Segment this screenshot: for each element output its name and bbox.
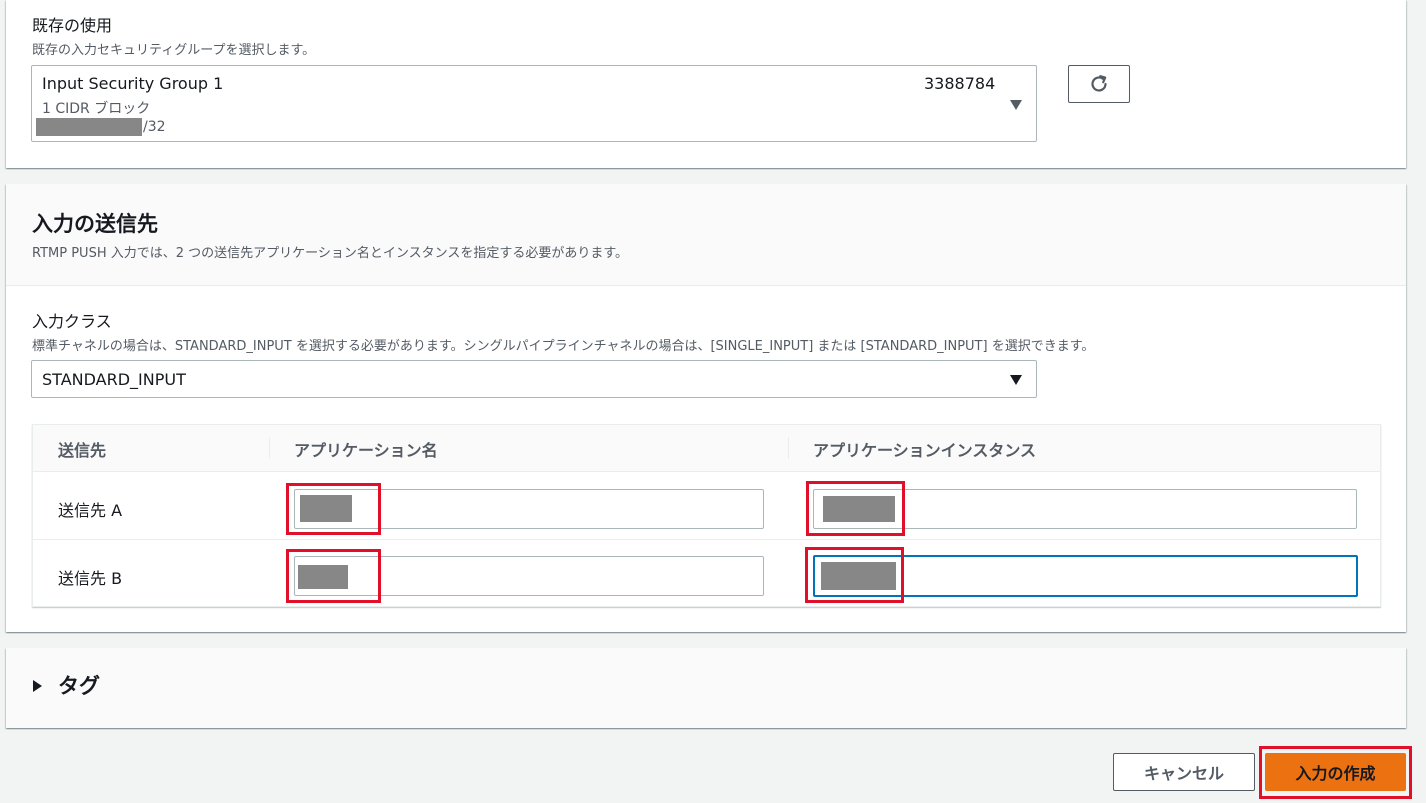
input-class-value: STANDARD_INPUT (42, 370, 186, 389)
destinations-title: 入力の送信先 (32, 212, 158, 236)
input-class-label: 入力クラス (32, 312, 112, 331)
security-group-id: 3388784 (924, 74, 996, 93)
row-label-destination-b: 送信先 B (58, 569, 123, 588)
existing-label: 既存の使用 (32, 16, 113, 35)
row-divider (33, 539, 1380, 540)
app-name-input-a[interactable] (294, 489, 764, 529)
column-header-destination: 送信先 (58, 441, 107, 460)
row-label-destination-a: 送信先 A (58, 501, 123, 520)
column-header-app-instance: アプリケーションインスタンス (813, 441, 1037, 460)
expand-caret-icon[interactable] (33, 680, 42, 692)
chevron-down-icon (1010, 375, 1022, 385)
security-group-select[interactable]: Input Security Group 1 3388784 1 CIDR ブロ… (31, 65, 1037, 142)
existing-security-group-panel: 既存の使用 既存の入力セキュリティグループを選択します。 Input Secur… (6, 0, 1406, 168)
destinations-description: RTMP PUSH 入力では、2 つの送信先アプリケーション名とインスタンスを指… (32, 246, 629, 261)
redacted-ip (36, 118, 142, 136)
existing-description: 既存の入力セキュリティグループを選択します。 (32, 43, 316, 58)
column-divider (788, 437, 789, 459)
redacted-value (821, 562, 896, 590)
destinations-header: 入力の送信先 RTMP PUSH 入力では、2 つの送信先アプリケーション名とイ… (6, 184, 1406, 286)
column-divider (269, 437, 270, 459)
input-destinations-panel: 入力の送信先 RTMP PUSH 入力では、2 つの送信先アプリケーション名とイ… (6, 184, 1406, 632)
app-instance-input-a[interactable] (813, 489, 1357, 529)
redacted-value (298, 565, 348, 589)
redacted-value (300, 495, 352, 522)
app-name-input-b[interactable] (294, 556, 764, 596)
input-class-description: 標準チャネルの場合は、STANDARD_INPUT を選択する必要があります。シ… (32, 339, 1095, 354)
column-header-app-name: アプリケーション名 (294, 441, 438, 460)
refresh-button[interactable] (1068, 65, 1130, 103)
chevron-down-icon (1010, 100, 1022, 110)
app-instance-input-b[interactable] (813, 555, 1358, 597)
table-header: 送信先 アプリケーション名 アプリケーションインスタンス (33, 425, 1380, 472)
tags-title[interactable]: タグ (58, 670, 100, 700)
tags-panel[interactable]: タグ (6, 648, 1406, 728)
destinations-table: 送信先 アプリケーション名 アプリケーションインスタンス 送信先 A 送信先 B (32, 424, 1381, 607)
refresh-icon (1091, 75, 1107, 92)
create-input-button[interactable]: 入力の作成 (1265, 753, 1406, 791)
redacted-value (823, 496, 895, 522)
input-class-select[interactable]: STANDARD_INPUT (31, 360, 1037, 398)
cidr-suffix: /32 (143, 119, 166, 135)
cancel-button[interactable]: キャンセル (1113, 753, 1255, 791)
cidr-count: 1 CIDR ブロック (42, 101, 151, 117)
security-group-name: Input Security Group 1 (42, 74, 224, 93)
